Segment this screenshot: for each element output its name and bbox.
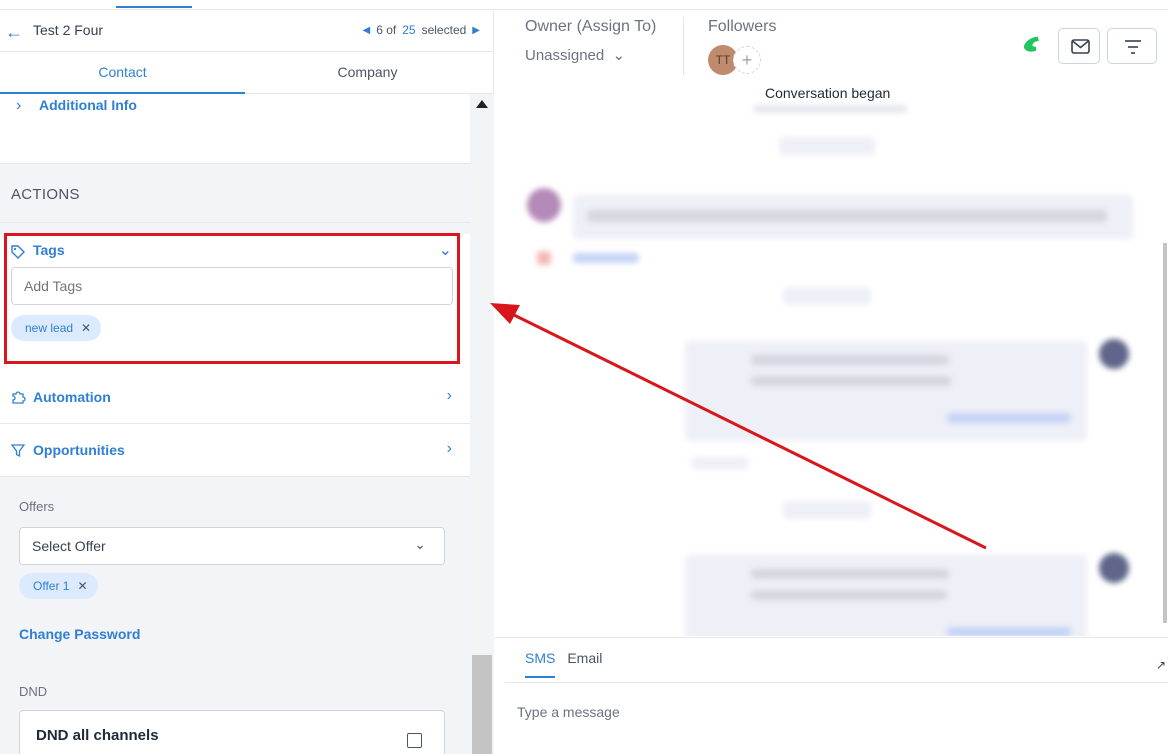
mail-icon	[1071, 39, 1090, 54]
offer-select[interactable]: Select Offer ⌄	[19, 527, 445, 565]
contact-header: ← Test 2 Four ◀ 6 of 25 selected ▶	[0, 11, 494, 51]
left-scrollbar[interactable]	[470, 94, 494, 754]
add-follower-button[interactable]: +	[733, 46, 761, 74]
dnd-label: DND	[19, 684, 48, 699]
divider	[0, 222, 470, 223]
conversation-panel: Owner (Assign To) Unassigned ⌄ Followers…	[495, 11, 1168, 754]
divider	[505, 682, 1168, 683]
contact-panel: ← Test 2 Four ◀ 6 of 25 selected ▶ Conta…	[0, 11, 494, 754]
tab-company[interactable]: Company	[245, 52, 490, 93]
annotation-highlight-box	[4, 233, 460, 364]
chevron-down-icon: ⌄	[414, 536, 426, 552]
opportunities-label: Opportunities	[33, 442, 125, 458]
pager-current: 6 of	[376, 23, 397, 37]
next-contact-icon[interactable]: ▶	[472, 25, 480, 36]
chevron-down-icon: ⌄	[608, 47, 626, 64]
chevron-right-icon: ›	[446, 440, 452, 457]
filter-lines-icon	[1125, 40, 1141, 54]
owner-label: Owner (Assign To)	[525, 18, 657, 35]
message-composer: SMS Email ↗ Type a message	[495, 637, 1168, 754]
scroll-thumb[interactable]	[472, 655, 492, 754]
prev-contact-icon[interactable]: ◀	[363, 25, 371, 36]
additional-info-section[interactable]: › Additional Info	[0, 94, 470, 164]
blurred-card-text	[751, 355, 949, 365]
contact-scroll-area: › Additional Info ACTIONS Tags ⌄ new lea…	[0, 94, 470, 754]
filter-funnel-icon	[10, 444, 26, 458]
expand-icon[interactable]: ↗	[1156, 658, 1166, 672]
tab-sms[interactable]: SMS	[525, 650, 556, 678]
actions-heading: ACTIONS	[11, 186, 80, 203]
offer-select-value: Select Offer	[32, 538, 106, 554]
blurred-card-text	[751, 569, 949, 579]
blurred-date-pill	[783, 501, 871, 519]
blurred-avatar	[1099, 339, 1129, 369]
blurred-message-text	[587, 210, 1107, 222]
conversation-thread: Conversation began	[495, 83, 1168, 636]
dnd-all-channels-checkbox[interactable]	[407, 733, 422, 748]
blurred-time	[691, 457, 749, 469]
blurred-card-text	[751, 376, 951, 386]
change-password-link[interactable]: Change Password	[19, 626, 140, 642]
blurred-card-link	[947, 413, 1071, 423]
blurred-date-pill	[779, 137, 875, 155]
phone-icon[interactable]	[1019, 31, 1047, 59]
offer-chip: Offer 1 ✕	[19, 573, 98, 599]
tab-contact[interactable]: Contact	[0, 52, 245, 94]
composer-tabs: SMS Email	[525, 650, 602, 678]
blurred-timestamp	[753, 105, 907, 113]
filter-button[interactable]	[1107, 28, 1157, 64]
owner-select[interactable]: Unassigned ⌄	[525, 46, 625, 64]
message-input[interactable]: Type a message	[517, 704, 620, 720]
blurred-icon	[537, 251, 551, 265]
divider	[683, 17, 684, 75]
tab-email[interactable]: Email	[567, 650, 602, 678]
thread-scrollbar[interactable]	[1163, 243, 1167, 623]
contact-pager: ◀ 6 of 25 selected ▶	[363, 23, 480, 37]
dnd-all-channels-label: DND all channels	[36, 727, 159, 744]
followers-label: Followers	[708, 18, 777, 35]
pager-total[interactable]: 25	[402, 23, 415, 37]
remove-offer-icon[interactable]: ✕	[77, 573, 87, 599]
conversation-began-label: Conversation began	[765, 85, 891, 101]
additional-info-label: Additional Info	[39, 97, 137, 113]
automation-section[interactable]: Automation ›	[0, 371, 470, 424]
opportunities-section[interactable]: Opportunities ›	[0, 424, 470, 477]
contact-name: Test 2 Four	[33, 22, 104, 38]
blurred-link	[573, 253, 639, 263]
dnd-card: DND all channels OR	[19, 710, 445, 754]
scroll-up-icon[interactable]	[476, 100, 488, 108]
app-root: ← Test 2 Four ◀ 6 of 25 selected ▶ Conta…	[0, 0, 1168, 754]
top-active-indicator	[116, 6, 192, 8]
blurred-card-link	[947, 627, 1071, 636]
offers-label: Offers	[19, 499, 55, 514]
blurred-card-text	[751, 590, 947, 600]
pager-suffix: selected	[421, 23, 467, 37]
puzzle-icon	[12, 391, 26, 404]
chevron-right-icon: ›	[446, 387, 452, 404]
blurred-avatar	[527, 188, 561, 222]
arrow-left-icon[interactable]: ←	[4, 21, 24, 43]
offer-chip-label: Offer 1	[33, 579, 70, 593]
top-strip	[0, 0, 1168, 10]
owner-value: Unassigned	[525, 47, 605, 64]
email-button[interactable]	[1058, 28, 1100, 64]
chevron-right-icon: ›	[16, 97, 22, 114]
contact-tabs: Contact Company	[0, 51, 494, 94]
blurred-date-pill	[783, 287, 871, 305]
automation-label: Automation	[33, 389, 111, 405]
blurred-avatar	[1099, 553, 1129, 583]
